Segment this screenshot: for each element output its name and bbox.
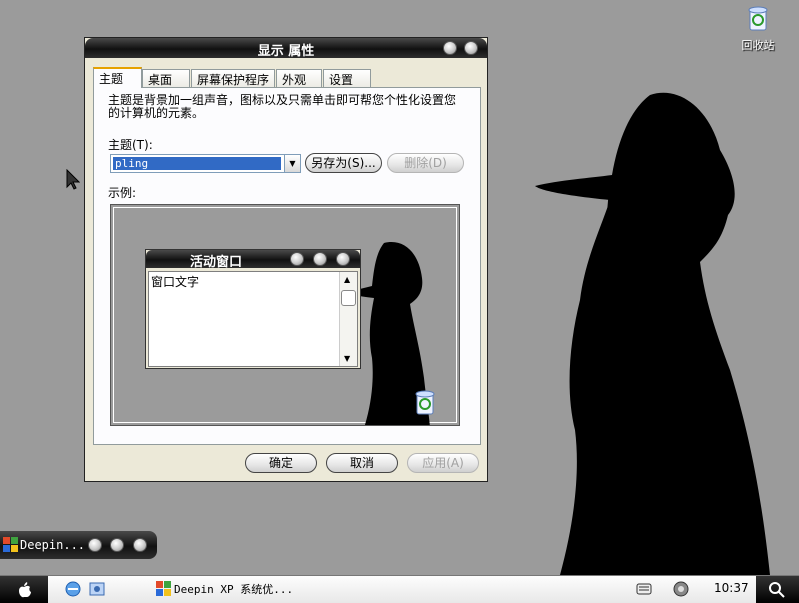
scroll-up-icon: ▲ xyxy=(344,275,351,284)
start-button[interactable] xyxy=(0,576,48,603)
keyboard-icon[interactable] xyxy=(636,582,652,596)
preview-desktop: 活动窗口 窗口文字 ▲ ▼ xyxy=(113,207,457,425)
tab-panel-themes: 主题是背景加一组声音，图标以及只需单击即可帮您个性化设置您的计算机的元素。 主题… xyxy=(93,87,481,445)
theme-label: 主题(T): xyxy=(108,138,153,152)
tab-themes[interactable]: 主题 xyxy=(93,67,142,88)
recycle-bin-shortcut[interactable]: 回收站 xyxy=(736,4,780,53)
task-pill[interactable]: Deepin... xyxy=(0,531,157,559)
ok-button[interactable]: 确定 xyxy=(245,453,317,473)
windows-flag-icon xyxy=(3,537,18,552)
volume-icon[interactable] xyxy=(672,580,690,598)
task-pill-close-icon[interactable] xyxy=(133,538,147,552)
dialog-title: 显示 属性 xyxy=(257,44,315,59)
taskbar: Deepin XP 系统优... 10:37 xyxy=(0,575,799,603)
theme-select[interactable]: pling ▼ xyxy=(110,154,301,173)
tab-settings[interactable]: 设置 xyxy=(323,69,371,87)
theme-select-value: pling xyxy=(112,156,282,171)
search-button[interactable] xyxy=(756,576,799,603)
taskbar-task-label: Deepin XP 系统优... xyxy=(174,583,294,596)
tab-desktop[interactable]: 桌面 xyxy=(142,69,190,87)
tab-appearance[interactable]: 外观 xyxy=(276,69,322,87)
preview-maximize-icon xyxy=(313,252,327,266)
task-pill-minimize-icon[interactable] xyxy=(88,538,102,552)
preview-window-titlebar: 活动窗口 xyxy=(146,250,360,270)
delete-button[interactable]: 删除(D) xyxy=(387,153,464,173)
preview-window-text: 窗口文字 xyxy=(151,275,200,289)
display-properties-dialog: 显示 属性 主题 桌面 屏幕保护程序 外观 设置 主题是背景加一组声音，图标以及… xyxy=(84,37,488,482)
preview-window-title: 活动窗口 xyxy=(190,255,243,270)
dialog-titlebar[interactable]: 显示 属性 xyxy=(85,38,487,59)
preview-active-window: 活动窗口 窗口文字 ▲ ▼ xyxy=(145,249,361,369)
apply-button[interactable]: 应用(A) xyxy=(407,453,479,473)
tab-screensaver[interactable]: 屏幕保护程序 xyxy=(191,69,275,87)
task-pill-maximize-icon[interactable] xyxy=(110,538,124,552)
close-button[interactable] xyxy=(464,41,478,55)
theme-preview: 活动窗口 窗口文字 ▲ ▼ xyxy=(110,204,460,426)
chevron-down-icon[interactable]: ▼ xyxy=(284,155,300,172)
windows-flag-icon xyxy=(156,581,171,596)
preview-recycle-bin-icon xyxy=(415,390,435,415)
mouse-cursor-icon xyxy=(66,169,80,190)
preview-close-icon xyxy=(336,252,350,266)
apple-logo-icon xyxy=(19,582,31,598)
search-icon xyxy=(769,582,785,598)
internet-explorer-icon[interactable] xyxy=(64,580,82,598)
scroll-down-icon: ▼ xyxy=(344,354,351,363)
show-desktop-icon[interactable] xyxy=(88,580,106,598)
taskbar-task-button[interactable]: Deepin XP 系统优... xyxy=(152,576,620,602)
recycle-bin-icon xyxy=(748,6,768,31)
preview-scrollbar: ▲ ▼ xyxy=(339,272,357,366)
theme-description: 主题是背景加一组声音，图标以及只需单击即可帮您个性化设置您的计算机的元素。 xyxy=(108,93,457,120)
clock: 10:37 xyxy=(714,581,749,595)
save-as-button[interactable]: 另存为(S)... xyxy=(305,153,382,173)
preview-minimize-icon xyxy=(290,252,304,266)
help-button[interactable] xyxy=(443,41,457,55)
cancel-button[interactable]: 取消 xyxy=(326,453,398,473)
scroll-thumb xyxy=(341,290,356,306)
sample-label: 示例: xyxy=(108,186,137,200)
preview-window-client: 窗口文字 ▲ ▼ xyxy=(148,271,358,367)
recycle-bin-label: 回收站 xyxy=(741,39,775,52)
task-pill-label: Deepin... xyxy=(20,538,86,552)
